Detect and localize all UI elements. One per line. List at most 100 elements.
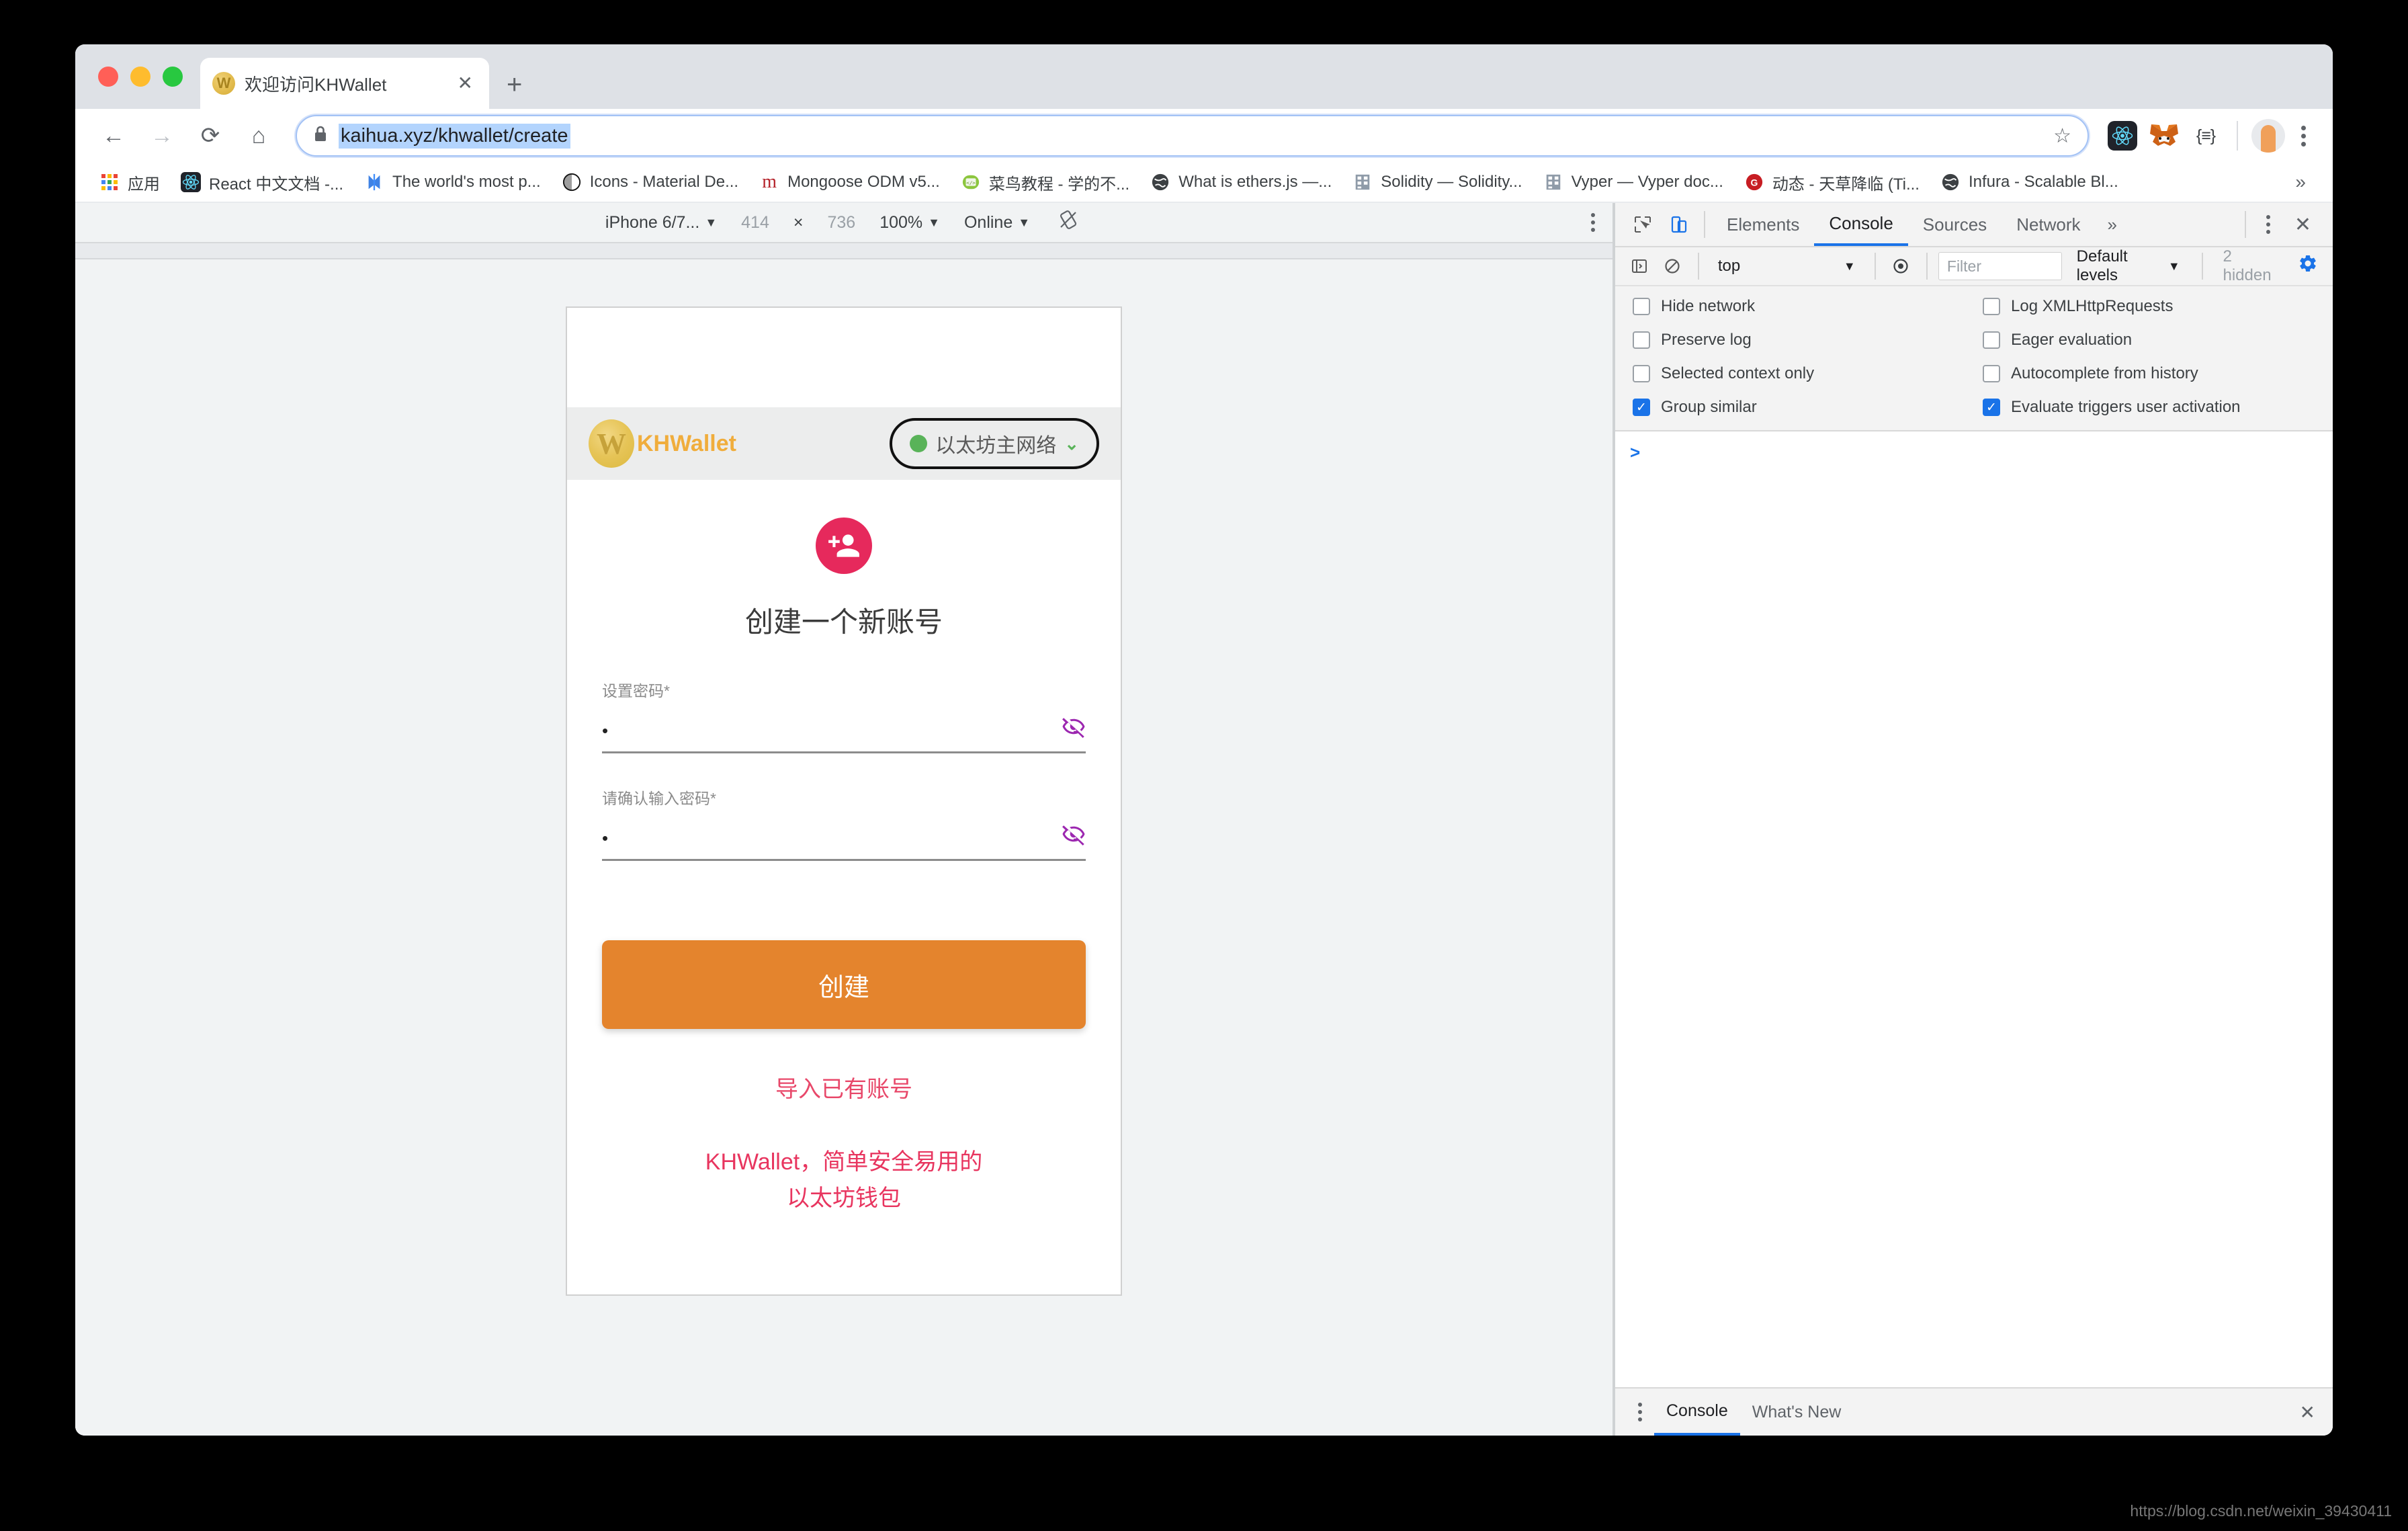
bookmark-item[interactable]: The world's most p... <box>355 167 550 197</box>
bookmarks-overflow-button[interactable]: » <box>2283 171 2318 193</box>
bookmark-item[interactable]: Icons - Material De... <box>552 167 747 197</box>
metamask-extension-icon[interactable] <box>2147 118 2182 153</box>
tab-console[interactable]: Console <box>1814 203 1908 246</box>
password-input-value: • <box>602 720 609 741</box>
setting-group-similar[interactable]: ✓ Group similar <box>1633 398 1983 417</box>
address-bar[interactable]: kaihua.xyz/khwallet/create ☆ <box>296 115 2089 157</box>
viewport-width-input[interactable]: 414 <box>729 213 781 233</box>
checkbox[interactable] <box>1633 331 1650 349</box>
bookmark-label: Solidity — Solidity... <box>1381 173 1522 191</box>
minimize-window-button[interactable] <box>130 67 150 87</box>
tab-sources[interactable]: Sources <box>1908 203 2002 246</box>
reload-button[interactable]: ⟳ <box>189 115 231 157</box>
password-field-group: 设置密码* • <box>602 678 1086 753</box>
checkbox-checked[interactable]: ✓ <box>1983 399 2000 416</box>
confirm-password-label: 请确认输入密码* <box>602 786 1086 809</box>
close-tab-icon[interactable]: ✕ <box>454 74 477 93</box>
console-filter-input[interactable]: Filter <box>1938 252 2062 280</box>
bookmark-item[interactable]: What is ethers.js —... <box>1141 167 1340 197</box>
react-devtools-extension-icon[interactable] <box>2105 118 2140 153</box>
checkbox[interactable] <box>1983 365 2000 382</box>
bookmark-item[interactable]: Infura - Scalable Bl... <box>1931 167 2127 197</box>
chrome-menu-button[interactable] <box>2292 125 2315 147</box>
drawer-menu-button[interactable] <box>1626 1403 1654 1421</box>
setting-log-xmlhttprequests[interactable]: Log XMLHttpRequests <box>1983 297 2333 316</box>
bookmark-apps[interactable]: 应用 <box>90 167 169 198</box>
bookmark-item[interactable]: G 动态 - 天草降临 (Ti... <box>1735 167 1928 198</box>
drawer-tab-console[interactable]: Console <box>1654 1389 1740 1436</box>
eye-off-icon[interactable] <box>1062 714 1086 742</box>
devtools-panel: Elements Console Sources Network » ✕ top… <box>1614 203 2333 1436</box>
device-toolbar-menu-button[interactable] <box>1591 213 1595 232</box>
svg-text:</>: </> <box>966 179 976 185</box>
throttling-selector[interactable]: Online ▼ <box>952 213 1042 233</box>
clear-console-icon[interactable] <box>1658 250 1688 282</box>
json-formatter-extension-icon[interactable]: {≡} <box>2188 118 2223 153</box>
bookmarks-bar: 应用 React 中文文档 -... The world's most p...… <box>75 163 2333 203</box>
setting-autocomplete-from-history[interactable]: Autocomplete from history <box>1983 364 2333 383</box>
password-label-text: 设置密码 <box>602 682 664 700</box>
tagline: KHWallet，简单安全易用的 以太坊钱包 <box>705 1144 982 1217</box>
maximize-window-button[interactable] <box>163 67 183 87</box>
device-toolbar-icon[interactable] <box>1661 206 1697 243</box>
devtools-menu-button[interactable] <box>2253 215 2284 234</box>
required-marker: * <box>664 682 670 700</box>
checkbox[interactable] <box>1983 331 2000 349</box>
zoom-selector[interactable]: 100% ▼ <box>867 213 952 233</box>
console-output-area[interactable]: > <box>1615 431 2333 1387</box>
import-existing-account-link[interactable]: 导入已有账号 <box>775 1071 912 1104</box>
setting-selected-context-only[interactable]: Selected context only <box>1633 364 1983 383</box>
network-selector[interactable]: 以太坊主网络 ⌄ <box>890 418 1099 469</box>
bookmark-item[interactable]: React 中文文档 -... <box>171 167 352 198</box>
confirm-password-input-row[interactable]: • <box>602 822 1086 861</box>
execution-context-selector[interactable]: top ▼ <box>1710 257 1864 276</box>
back-button[interactable]: ← <box>93 115 134 157</box>
tab-network[interactable]: Network <box>2002 203 2095 246</box>
bookmark-item[interactable]: m Mongoose ODM v5... <box>750 167 949 197</box>
checkbox[interactable] <box>1983 298 2000 315</box>
inspect-icon[interactable] <box>1625 206 1661 243</box>
setting-label: Hide network <box>1661 297 1756 315</box>
bookmark-item[interactable]: Vyper — Vyper doc... <box>1534 167 1732 197</box>
device-selector[interactable]: iPhone 6/7... ▼ <box>593 213 729 233</box>
device-ruler <box>75 243 1612 259</box>
profile-avatar[interactable] <box>2251 119 2285 153</box>
close-window-button[interactable] <box>98 67 118 87</box>
tab-elements[interactable]: Elements <box>1712 203 1814 246</box>
create-account-button[interactable]: 创建 <box>602 940 1086 1029</box>
more-tabs-button[interactable]: » <box>2096 214 2129 235</box>
gear-icon[interactable] <box>2292 253 2323 279</box>
drawer-tab-whats-new[interactable]: What's New <box>1740 1389 1854 1436</box>
bookmark-star-icon[interactable]: ☆ <box>2053 124 2071 148</box>
rotate-icon[interactable] <box>1042 210 1094 235</box>
app-body: 创建一个新账号 设置密码* • 请确认输入密码* • 创建 导入已有账号 KHW… <box>567 480 1121 1294</box>
password-input-row[interactable]: • <box>602 714 1086 753</box>
throttling-value: Online <box>963 212 1013 232</box>
live-expression-icon[interactable] <box>1887 250 1916 282</box>
setting-hide-network[interactable]: Hide network <box>1633 297 1983 316</box>
checkbox[interactable] <box>1633 298 1650 315</box>
eye-off-icon[interactable] <box>1062 822 1086 850</box>
close-drawer-button[interactable]: ✕ <box>2282 1401 2333 1423</box>
console-prompt-icon: > <box>1630 442 1641 462</box>
content-row: iPhone 6/7... ▼ 414 × 736 100% ▼ Online … <box>75 203 2333 1436</box>
setting-evaluate-triggers-user-activation[interactable]: ✓ Evaluate triggers user activation <box>1983 398 2333 417</box>
viewport-height-input[interactable]: 736 <box>815 213 867 233</box>
confirm-password-field-group: 请确认输入密码* • <box>602 786 1086 861</box>
home-button[interactable]: ⌂ <box>238 115 280 157</box>
log-levels-selector[interactable]: Default levels ▼ <box>2066 247 2191 285</box>
new-tab-button[interactable]: + <box>507 71 522 98</box>
close-devtools-button[interactable]: ✕ <box>2284 213 2322 237</box>
console-sidebar-icon[interactable] <box>1625 250 1654 282</box>
setting-preserve-log[interactable]: Preserve log <box>1633 331 1983 349</box>
forward-button[interactable]: → <box>141 115 183 157</box>
gitee-icon: G <box>1744 171 1765 193</box>
bookmark-item[interactable]: </> 菜鸟教程 - 学的不... <box>951 167 1138 198</box>
chrome-browser-window: W 欢迎访问KHWallet ✕ + ← → ⟳ ⌂ kaihua.xyz/kh… <box>75 44 2333 1436</box>
bookmark-item[interactable]: Solidity — Solidity... <box>1343 167 1531 197</box>
checkbox[interactable] <box>1633 365 1650 382</box>
checkbox-checked[interactable]: ✓ <box>1633 399 1650 416</box>
setting-label: Evaluate triggers user activation <box>2011 398 2241 416</box>
browser-tab-active[interactable]: W 欢迎访问KHWallet ✕ <box>200 58 489 109</box>
setting-eager-evaluation[interactable]: Eager evaluation <box>1983 331 2333 349</box>
